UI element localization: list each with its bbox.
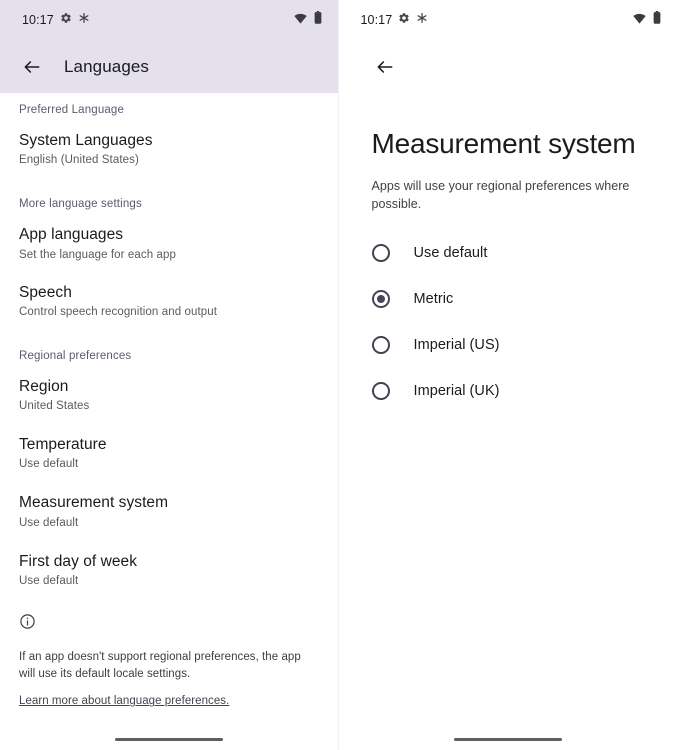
back-button[interactable] — [365, 47, 405, 87]
note-text: If an app doesn't support regional prefe… — [19, 651, 301, 680]
option-label: Imperial (UK) — [413, 383, 500, 400]
section-header-regional-preferences: Regional preferences — [19, 349, 132, 362]
row-region[interactable]: Region United States — [0, 364, 338, 414]
row-system-languages[interactable]: System Languages English (United States) — [0, 118, 338, 168]
section-header-preferred-language: Preferred Language — [19, 104, 124, 116]
radio-imperial-uk-icon[interactable] — [371, 382, 390, 401]
row-first-day-of-week[interactable]: First day of week Use default — [0, 531, 338, 589]
measurement-system-options: Use default Metric Imperial (US) Imperia… — [339, 213, 677, 414]
battery-icon — [653, 11, 661, 29]
measurement-app-bar — [339, 40, 677, 93]
back-arrow-icon — [24, 60, 40, 73]
left-status-bar: 10:17 — [0, 0, 338, 40]
gear-icon — [398, 11, 410, 29]
learn-more-link[interactable]: Learn more about language preferences. — [19, 695, 229, 707]
wifi-icon — [293, 11, 307, 29]
measurement-system-title: Measurement system — [371, 128, 636, 159]
radio-imperial-us-icon[interactable] — [371, 336, 390, 355]
dual-pane-settings-screen: 10:17 Languages Preferred Language Syste… — [0, 0, 677, 750]
row-subtitle: Use default — [19, 516, 79, 529]
status-right-group — [293, 11, 322, 29]
status-right-group — [633, 11, 661, 29]
measurement-system-subtitle: Apps will use your regional preferences … — [371, 179, 630, 211]
wifi-icon — [633, 11, 646, 29]
row-title: App languages — [19, 226, 124, 244]
row-title: Speech — [19, 283, 72, 301]
row-subtitle: Control speech recognition and output — [19, 305, 218, 318]
row-temperature[interactable]: Temperature Use default — [0, 414, 338, 472]
option-label: Imperial (US) — [413, 337, 500, 354]
snowflake-icon — [78, 11, 90, 29]
gesture-bar-left[interactable] — [114, 738, 223, 741]
back-arrow-icon — [377, 60, 392, 73]
gesture-bar-right[interactable] — [453, 738, 562, 741]
section-header-more-language-settings: More language settings — [19, 198, 142, 211]
info-icon — [19, 613, 320, 635]
back-button[interactable] — [12, 47, 52, 87]
languages-app-bar: Languages — [0, 40, 338, 93]
snowflake-icon — [416, 11, 428, 29]
status-left-group: 10:17 — [361, 11, 429, 29]
option-imperial-us[interactable]: Imperial (US) — [339, 322, 677, 368]
option-metric[interactable]: Metric — [339, 276, 677, 322]
row-speech[interactable]: Speech Control speech recognition and ou… — [0, 263, 338, 320]
measurement-system-panel: 10:17 Measurement system Apps will use y… — [337, 0, 677, 750]
option-use-default[interactable]: Use default — [339, 230, 677, 276]
option-label: Metric — [413, 291, 454, 308]
status-clock: 10:17 — [360, 12, 393, 27]
option-imperial-uk[interactable]: Imperial (UK) — [339, 368, 677, 414]
row-title: First day of week — [19, 552, 138, 570]
row-subtitle: Use default — [19, 458, 79, 471]
gear-icon — [60, 11, 72, 29]
row-subtitle: Use default — [19, 575, 79, 588]
languages-panel: 10:17 Languages Preferred Language Syste… — [0, 0, 338, 750]
row-title: Temperature — [19, 436, 107, 454]
option-label: Use default — [413, 245, 488, 262]
row-title: Measurement system — [19, 494, 169, 512]
right-status-bar: 10:17 — [339, 0, 677, 40]
radio-metric-icon[interactable] — [371, 290, 390, 309]
battery-icon — [314, 11, 322, 29]
regional-preferences-note: If an app doesn't support regional prefe… — [0, 589, 338, 709]
row-subtitle: Set the language for each app — [19, 248, 176, 261]
radio-use-default-icon[interactable] — [371, 244, 390, 263]
page-title: Languages — [64, 56, 150, 76]
status-clock: 10:17 — [22, 12, 54, 27]
row-subtitle: United States — [19, 400, 90, 413]
row-subtitle: English (United States) — [19, 154, 139, 167]
row-measurement-system[interactable]: Measurement system Use default — [0, 472, 338, 530]
status-left-group: 10:17 — [22, 11, 90, 29]
row-app-languages[interactable]: App languages Set the language for each … — [0, 212, 338, 262]
row-title: Region — [19, 377, 69, 395]
row-title: System Languages — [19, 131, 153, 149]
settings-list: Preferred Language System Languages Engl… — [0, 93, 338, 709]
